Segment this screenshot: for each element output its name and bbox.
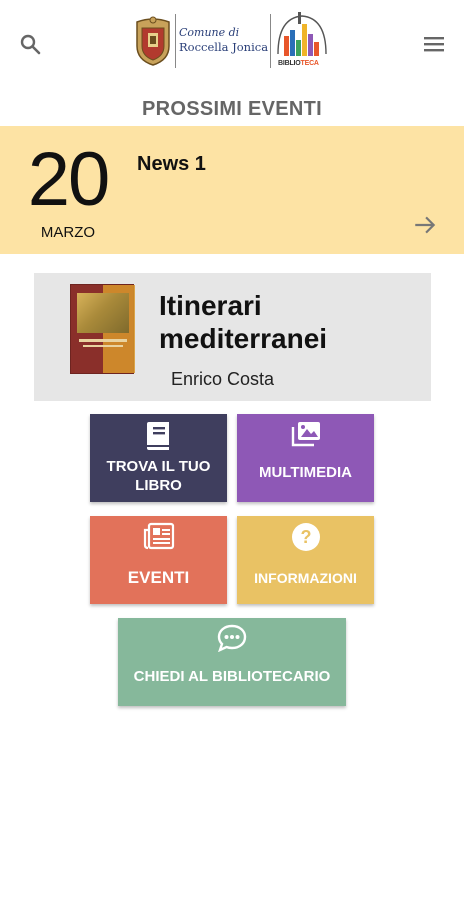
event-title: News 1 bbox=[137, 153, 206, 175]
comune-name: Comune di Roccella Jonica bbox=[179, 26, 268, 54]
featured-book-card[interactable]: Itinerari mediterranei Enrico Costa bbox=[34, 273, 431, 401]
biblio-suffix: TECA bbox=[300, 60, 319, 67]
find-book-tile[interactable]: TROVA IL TUO LIBRO bbox=[90, 414, 227, 502]
menu-button[interactable] bbox=[418, 28, 450, 60]
book-author: Enrico Costa bbox=[171, 369, 275, 389]
photo-library-icon bbox=[291, 422, 320, 447]
crest-icon bbox=[136, 16, 170, 66]
find-book-label: TROVA IL TUO LIBRO bbox=[106, 458, 211, 494]
help-circle-icon: ? bbox=[291, 523, 320, 551]
arrow-right-icon[interactable] bbox=[412, 212, 438, 238]
search-icon bbox=[20, 34, 41, 55]
ask-librarian-label: CHIEDI AL BIBLIOTECARIO bbox=[133, 668, 331, 685]
multimedia-label: MULTIMEDIA bbox=[258, 464, 353, 481]
logo-divider bbox=[175, 14, 176, 68]
logo-divider-2 bbox=[270, 14, 271, 68]
book-icon bbox=[146, 422, 169, 450]
library-logo-text: BIBLIOTECA bbox=[278, 60, 319, 67]
comune-line2: Roccella Jonica bbox=[179, 40, 269, 54]
book-cover bbox=[70, 284, 135, 374]
chat-bubble-icon bbox=[217, 624, 247, 652]
event-day: 20 bbox=[27, 137, 111, 222]
book-title: Itinerari mediterranei bbox=[159, 290, 328, 354]
hamburger-menu-icon bbox=[424, 37, 444, 52]
app-logo: Comune di Roccella Jonica BIBLIOTECA bbox=[132, 10, 332, 72]
info-label: INFORMAZIONI bbox=[254, 570, 357, 586]
comune-line1: Comune di bbox=[179, 26, 240, 39]
events-label: EVENTI bbox=[127, 568, 190, 587]
svg-text:?: ? bbox=[300, 527, 311, 547]
event-month: MARZO bbox=[40, 224, 96, 241]
newspaper-icon bbox=[143, 522, 174, 550]
search-button[interactable] bbox=[14, 28, 46, 60]
app-header: Comune di Roccella Jonica BIBLIOTECA bbox=[0, 0, 464, 90]
ask-librarian-tile[interactable]: CHIEDI AL BIBLIOTECARIO bbox=[118, 618, 346, 706]
section-title: PROSSIMI EVENTI bbox=[141, 98, 323, 120]
multimedia-tile[interactable]: MULTIMEDIA bbox=[237, 414, 374, 502]
info-tile[interactable]: ? INFORMAZIONI bbox=[237, 516, 374, 604]
biblio-prefix: BIBLIO bbox=[278, 60, 301, 67]
event-banner[interactable]: 20 MARZO News 1 bbox=[0, 126, 464, 254]
events-tile[interactable]: EVENTI bbox=[90, 516, 227, 604]
